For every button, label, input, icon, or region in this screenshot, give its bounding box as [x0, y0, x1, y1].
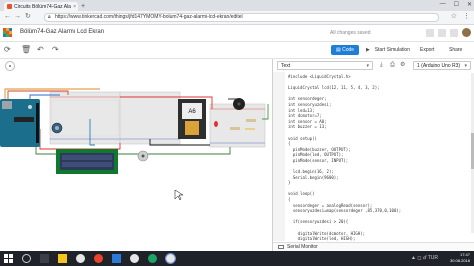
component-list-icon[interactable]: [450, 28, 458, 37]
browser-actions: ☆ ⋮: [451, 13, 470, 21]
app-icon[interactable]: [148, 254, 157, 263]
taskbar-clock[interactable]: 17:47 30.08.2018: [450, 252, 470, 264]
window-controls: — ☐ ✕: [440, 1, 472, 8]
menu-dots-icon[interactable]: ⋮: [463, 13, 470, 21]
dc-motor[interactable]: A6: [178, 99, 206, 139]
schematic-view-icon[interactable]: [438, 28, 446, 37]
share-button[interactable]: Share: [449, 45, 462, 55]
code-lines[interactable]: #include <LiquidCrystal.h> LiquidCrystal…: [288, 74, 401, 241]
tinkercad-header: Bölüm74-Gaz Alarmı Lcd Ekran All changes…: [0, 25, 474, 42]
forward-arrow-icon[interactable]: →: [14, 13, 21, 21]
line-number-gutter: [273, 72, 285, 241]
chevron-down-icon: ▾: [464, 63, 467, 69]
serial-monitor-icon: [278, 245, 284, 249]
download-icon[interactable]: ⤓: [380, 61, 383, 70]
opera-icon[interactable]: [94, 254, 103, 263]
bookmark-star-icon[interactable]: ☆: [451, 13, 457, 21]
tinkercad-logo[interactable]: [3, 28, 12, 37]
rotate-icon[interactable]: ⟳: [4, 45, 11, 54]
mouse-cursor-icon: [174, 189, 184, 201]
active-browser-icon[interactable]: [165, 253, 176, 264]
clock-date: 30.08.2018: [449, 258, 470, 263]
system-tray-icons[interactable]: ▲ ◻ ⅆ TUR: [411, 255, 438, 261]
browser-tab-strip: Circuits Bölüm74-Gaz Ala × + — ☐ ✕: [0, 0, 474, 11]
debug-icon[interactable]: ⚙: [400, 61, 405, 70]
browser-address-bar: ← → ↻ 🔒︎ https://www.tinkercad.com/thing…: [0, 11, 474, 25]
circuit-canvas[interactable]: A6: [0, 59, 272, 251]
undo-icon[interactable]: ↶: [37, 45, 44, 54]
tinkercad-favicon-icon: [7, 4, 12, 9]
lock-icon: 🔒︎: [48, 14, 51, 20]
board-select[interactable]: 1 (Arduino Uno R3) ▾: [413, 61, 471, 70]
maximize-window-button[interactable]: ☐: [454, 1, 459, 8]
code-panel: Text ▾ ⤓ ⎙ ⚙ 1 (Arduino Uno R3) ▾ #inclu…: [272, 59, 474, 252]
code-button[interactable]: ▤ Code: [331, 45, 359, 55]
task-view-icon[interactable]: [40, 254, 49, 263]
design-title[interactable]: Bölüm74-Gaz Alarmı Lcd Ekran: [20, 29, 104, 35]
grid-view-icon[interactable]: [426, 28, 434, 37]
upload-icon[interactable]: ⎙: [390, 61, 395, 70]
reload-icon[interactable]: ↻: [25, 13, 31, 21]
url-field[interactable]: 🔒︎ https://www.tinkercad.com/things/jfd1…: [44, 13, 439, 22]
windows-start-icon[interactable]: [4, 254, 13, 263]
redo-icon[interactable]: ↷: [52, 45, 59, 54]
file-explorer-icon[interactable]: [58, 254, 67, 263]
browser-tab-title: Circuits Bölüm74-Gaz Ala: [14, 3, 71, 10]
piezo-buzzer[interactable]: [233, 98, 245, 110]
gas-sensor[interactable]: [51, 122, 63, 134]
lcd-16x2-display[interactable]: [56, 149, 118, 174]
chevron-down-icon: ▾: [366, 63, 369, 69]
arduino-uno-board[interactable]: [0, 99, 40, 147]
close-tab-icon[interactable]: ×: [73, 4, 76, 10]
minimize-window-button[interactable]: —: [440, 1, 446, 8]
header-icons: [426, 28, 471, 37]
yandex-browser-icon[interactable]: [76, 254, 85, 263]
editor-mode-value: Text: [281, 63, 291, 69]
code-button-label: Code: [342, 47, 355, 53]
delete-icon[interactable]: 🗑︎: [21, 45, 31, 54]
breadboard-left[interactable]: [49, 91, 121, 145]
code-editor[interactable]: #include <LiquidCrystal.h> LiquidCrystal…: [273, 72, 474, 241]
windows-taskbar: ▲ ◻ ⅆ TUR 17:47 30.08.2018: [0, 251, 474, 266]
browser-tab[interactable]: Circuits Bölüm74-Gaz Ala ×: [4, 2, 78, 11]
breadboard-middle[interactable]: [119, 91, 181, 145]
back-arrow-icon[interactable]: ←: [4, 13, 11, 21]
save-status: All changes saved: [330, 30, 371, 36]
word-icon[interactable]: [112, 254, 121, 263]
potentiometer[interactable]: [137, 150, 149, 162]
start-simulation-button[interactable]: Start Simulation: [366, 45, 410, 55]
code-line[interactable]: sensoryuzdesi=map(sensordeger ,85,370,0,…: [288, 208, 401, 214]
code-line[interactable]: digitalWrite(led, HIGH);: [288, 236, 401, 241]
svg-text:A6: A6: [188, 109, 196, 115]
led[interactable]: [214, 121, 218, 127]
new-tab-button[interactable]: +: [81, 3, 85, 10]
circuit-drawing: A6: [0, 88, 269, 201]
user-avatar[interactable]: [462, 28, 471, 37]
url-text: https://www.tinkercad.com/things/jfd147Y…: [55, 14, 243, 20]
code-panel-header: Text ▾ ⤓ ⎙ ⚙ 1 (Arduino Uno R3) ▾: [273, 61, 474, 71]
search-icon[interactable]: [22, 254, 31, 263]
yandex-browser-icon[interactable]: [130, 254, 139, 263]
board-select-value: 1 (Arduino Uno R3): [417, 63, 461, 69]
editor-toolbar: ⟳ 🗑︎ ↶ ↷ ▤ Code Start Simulation Export …: [0, 42, 474, 59]
serial-monitor-label: Serial Monitor: [287, 244, 318, 250]
breadboard-right[interactable]: [209, 103, 266, 148]
export-button[interactable]: Export: [420, 45, 434, 55]
close-window-button[interactable]: ✕: [467, 1, 472, 8]
editor-mode-select[interactable]: Text ▾: [277, 61, 373, 70]
